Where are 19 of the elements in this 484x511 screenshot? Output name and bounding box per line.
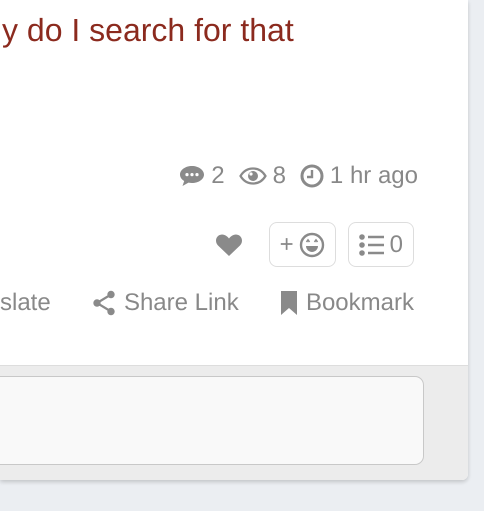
translate-button[interactable]: slate (0, 289, 51, 317)
share-icon (92, 290, 116, 316)
views-count: 8 (272, 162, 286, 190)
post-time: 1 hr ago (330, 162, 418, 190)
heart-icon (214, 232, 243, 256)
bookmark-button[interactable]: Bookmark (280, 289, 414, 317)
comments-count: 2 (211, 162, 225, 190)
speech-bubble-icon (179, 164, 206, 188)
bookmark-icon (280, 290, 298, 316)
add-reaction-button[interactable]: + (268, 222, 336, 267)
list-icon (358, 234, 385, 256)
clock-icon (300, 164, 324, 188)
smiley-icon (298, 232, 325, 258)
post-title[interactable]: y do I search for that (2, 10, 468, 50)
eye-icon (238, 167, 267, 185)
reply-field[interactable] (0, 376, 424, 465)
like-button[interactable] (214, 232, 243, 256)
share-button[interactable]: Share Link (92, 289, 239, 317)
reaction-list-button[interactable]: 0 (348, 222, 414, 267)
